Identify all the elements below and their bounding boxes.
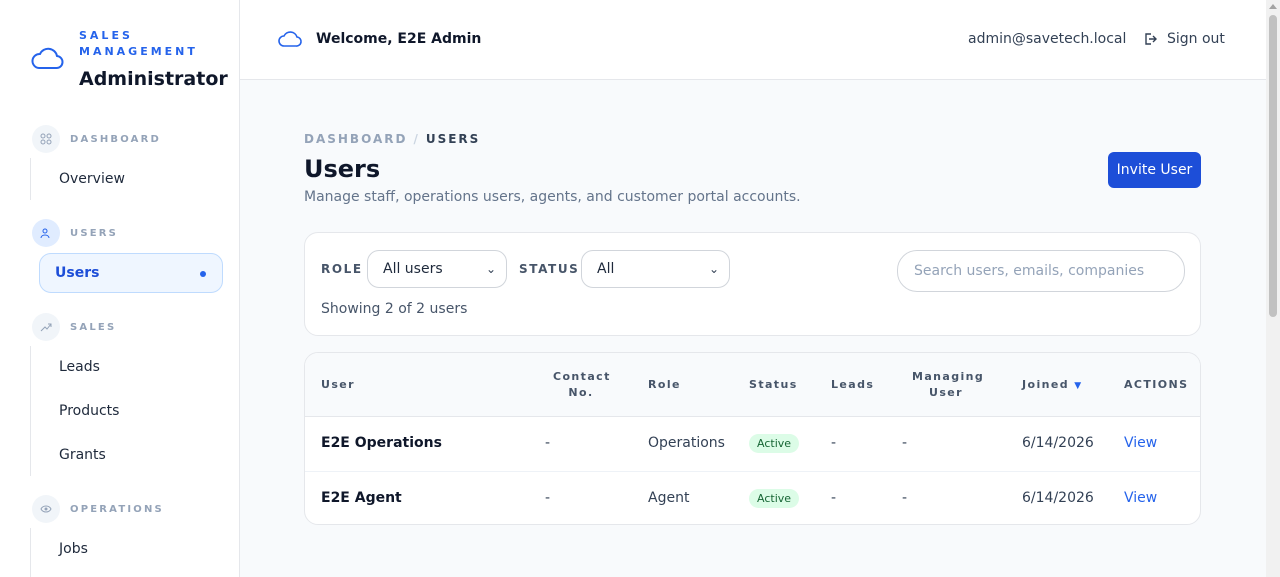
filter-card: ROLE All users ⌄ STATUS All ⌄ Showing 2 …: [304, 232, 1201, 336]
cell-joined: 6/14/2026: [1022, 490, 1094, 506]
status-select-value: All: [597, 261, 615, 277]
cell-managing-user: -: [902, 490, 908, 506]
cell-contact: -: [545, 490, 551, 506]
breadcrumb-dashboard[interactable]: DASHBOARD: [304, 132, 407, 146]
sidebar-item-grants[interactable]: Grants: [59, 447, 106, 463]
breadcrumb-current: USERS: [425, 132, 481, 146]
view-user-link[interactable]: View: [1124, 435, 1157, 451]
results-count: Showing 2 of 2 users: [321, 301, 468, 317]
table-row: E2E Agent - Agent Active - - 6/14/2026 V…: [305, 471, 1200, 524]
cell-role: Operations: [648, 435, 725, 451]
sidebar-item-jobs[interactable]: Jobs: [59, 541, 88, 557]
scrollbar-thumb[interactable]: [1269, 15, 1277, 317]
status-filter-label: STATUS: [519, 262, 580, 276]
sidebar: SALES MANAGEMENT Administrator DASHBOARD…: [0, 0, 240, 577]
column-header-managing-line2: User: [929, 386, 963, 399]
column-header-user[interactable]: User: [321, 377, 355, 393]
column-header-contact-line1: Contact: [553, 370, 611, 383]
sidebar-item-leads[interactable]: Leads: [59, 359, 100, 375]
nav-section-label: OPERATIONS: [70, 503, 164, 515]
page-subtitle: Manage staff, operations users, agents, …: [304, 189, 801, 205]
nav-section-label: SALES: [70, 321, 117, 333]
column-header-contact-line2: No.: [568, 386, 594, 399]
column-header-managing-line1: Managing: [912, 370, 985, 383]
brand-kicker: SALES MANAGEMENT: [79, 29, 198, 58]
nav-rail: [30, 528, 31, 577]
column-header-joined-label: Joined: [1022, 378, 1069, 391]
cell-leads: -: [831, 435, 837, 451]
nav-section-label: DASHBOARD: [70, 133, 162, 145]
sign-out-icon: [1145, 33, 1157, 45]
status-badge: Active: [749, 434, 800, 453]
cell-leads: -: [831, 490, 837, 506]
cell-joined: 6/14/2026: [1022, 435, 1094, 451]
grid-icon: [32, 125, 60, 153]
nav-section-operations: OPERATIONS: [32, 495, 164, 523]
cell-contact: -: [545, 435, 551, 451]
column-header-status[interactable]: Status: [749, 377, 798, 393]
sidebar-item-users[interactable]: Users: [39, 253, 223, 293]
column-header-managing-user[interactable]: Managing User: [912, 369, 985, 401]
cell-user-name: E2E Operations: [321, 435, 442, 451]
column-header-role[interactable]: Role: [648, 377, 681, 393]
top-header: Welcome, E2E Admin admin@savetech.local …: [240, 0, 1266, 80]
column-header-joined[interactable]: Joined ▼: [1022, 377, 1083, 394]
status-badge: Active: [749, 489, 800, 508]
chevron-down-icon: ⌄: [708, 262, 719, 276]
status-select[interactable]: All ⌄: [581, 250, 730, 288]
cell-managing-user: -: [902, 435, 908, 451]
cloud-logo-icon: [31, 47, 64, 69]
sign-out-label: Sign out: [1167, 31, 1225, 47]
welcome-text: Welcome, E2E Admin: [316, 31, 482, 47]
invite-user-button[interactable]: Invite User: [1108, 152, 1201, 188]
view-user-link[interactable]: View: [1124, 490, 1157, 506]
page-scrollbar[interactable]: [1266, 0, 1280, 577]
cell-user-name: E2E Agent: [321, 490, 402, 506]
table-row: E2E Operations - Operations Active - - 6…: [305, 417, 1200, 471]
trending-icon: [32, 313, 60, 341]
search-input[interactable]: [897, 250, 1185, 292]
brand-title: Administrator: [79, 68, 228, 90]
active-dot: [200, 271, 206, 277]
nav-rail: [30, 346, 31, 476]
breadcrumb: DASHBOARD / USERS: [304, 132, 480, 146]
breadcrumb-separator: /: [413, 132, 420, 146]
sidebar-item-overview[interactable]: Overview: [59, 171, 125, 187]
page-title: Users: [304, 155, 381, 183]
chevron-down-icon: ⌄: [485, 262, 496, 276]
sidebar-item-label: Users: [55, 265, 100, 281]
role-filter-label: ROLE: [321, 262, 363, 276]
nav-section-users: USERS: [32, 219, 118, 247]
cell-role: Agent: [648, 490, 690, 506]
nav-section-sales: SALES: [32, 313, 116, 341]
sign-out-button[interactable]: Sign out: [1143, 31, 1225, 47]
eye-icon: [32, 495, 60, 523]
users-icon: [32, 219, 60, 247]
nav-rail: [30, 158, 31, 200]
sort-desc-icon: ▼: [1074, 381, 1083, 391]
cloud-icon: [278, 31, 302, 47]
role-select[interactable]: All users ⌄: [367, 250, 507, 288]
users-table: User Contact No. Role Status Leads Manag…: [304, 352, 1201, 525]
column-header-contact[interactable]: Contact No.: [553, 369, 609, 401]
table-header: User Contact No. Role Status Leads Manag…: [305, 353, 1200, 417]
role-select-value: All users: [383, 261, 443, 277]
scroll-up-arrow-icon[interactable]: [1269, 4, 1277, 9]
column-header-actions: ACTIONS: [1124, 378, 1189, 391]
column-header-leads[interactable]: Leads: [831, 377, 874, 393]
nav-section-label: USERS: [70, 227, 119, 239]
user-email: admin@savetech.local: [968, 31, 1127, 47]
sidebar-item-products[interactable]: Products: [59, 403, 119, 419]
nav-section-dashboard: DASHBOARD: [32, 125, 161, 153]
